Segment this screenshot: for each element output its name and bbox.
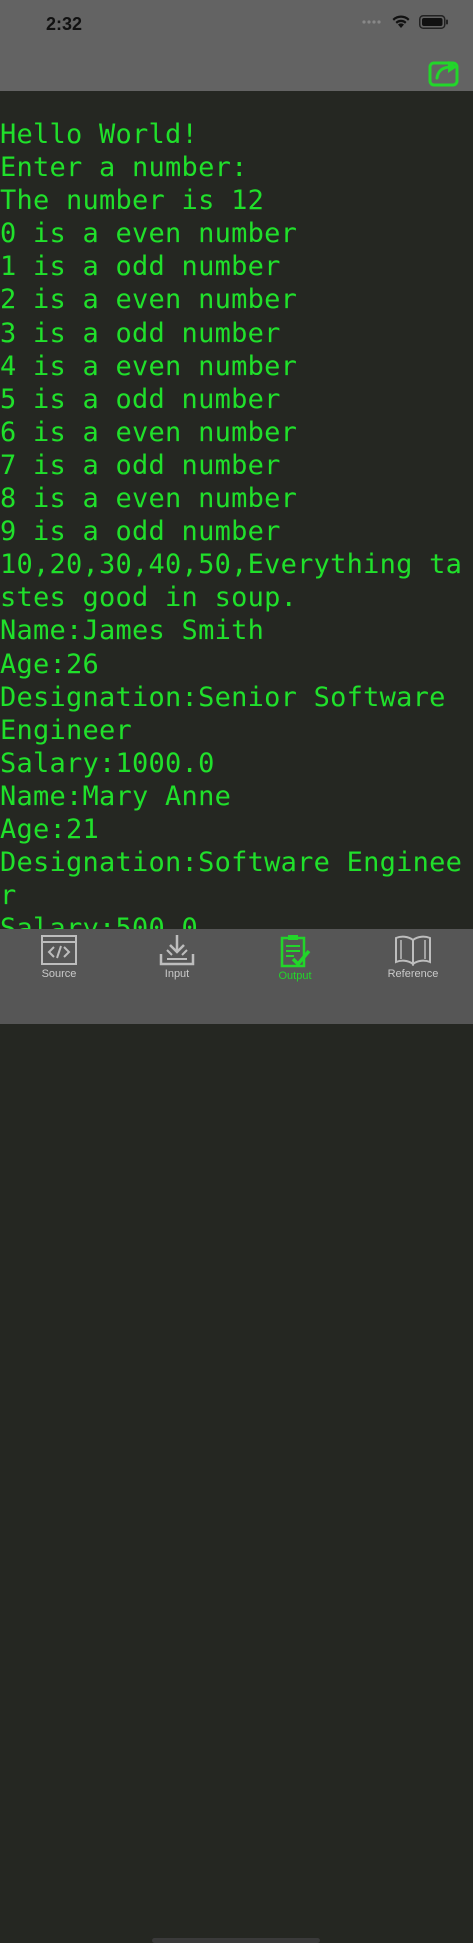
signal-icon <box>362 19 381 24</box>
tab-label: Output <box>278 970 312 982</box>
tab-source[interactable]: Source <box>0 929 118 989</box>
tab-reference[interactable]: Reference <box>354 929 472 989</box>
tab-input[interactable]: Input <box>118 929 236 989</box>
tab-label: Source <box>41 968 77 980</box>
home-indicator <box>152 1938 320 1943</box>
wifi-icon <box>392 15 410 28</box>
tab-bar: Source Input Output Reference <box>0 929 473 1943</box>
status-icons <box>361 14 449 29</box>
tab-label: Input <box>164 968 190 980</box>
share-button[interactable] <box>427 56 463 88</box>
output-console[interactable]: Hello World! Enter a number: The number … <box>0 91 473 929</box>
navigation-bar <box>0 52 473 91</box>
clipboard-check-icon <box>280 935 311 968</box>
battery-icon <box>419 14 448 29</box>
code-icon <box>41 935 77 965</box>
status-time: 2:32 <box>46 14 83 34</box>
status-bar: 2:32 <box>0 0 473 52</box>
tab-output[interactable]: Output <box>236 929 354 989</box>
book-icon <box>395 935 431 966</box>
tab-label: Reference <box>387 968 439 980</box>
share-icon <box>428 61 459 87</box>
output-text: Hello World! Enter a number: The number … <box>0 119 463 929</box>
input-icon <box>159 935 195 966</box>
